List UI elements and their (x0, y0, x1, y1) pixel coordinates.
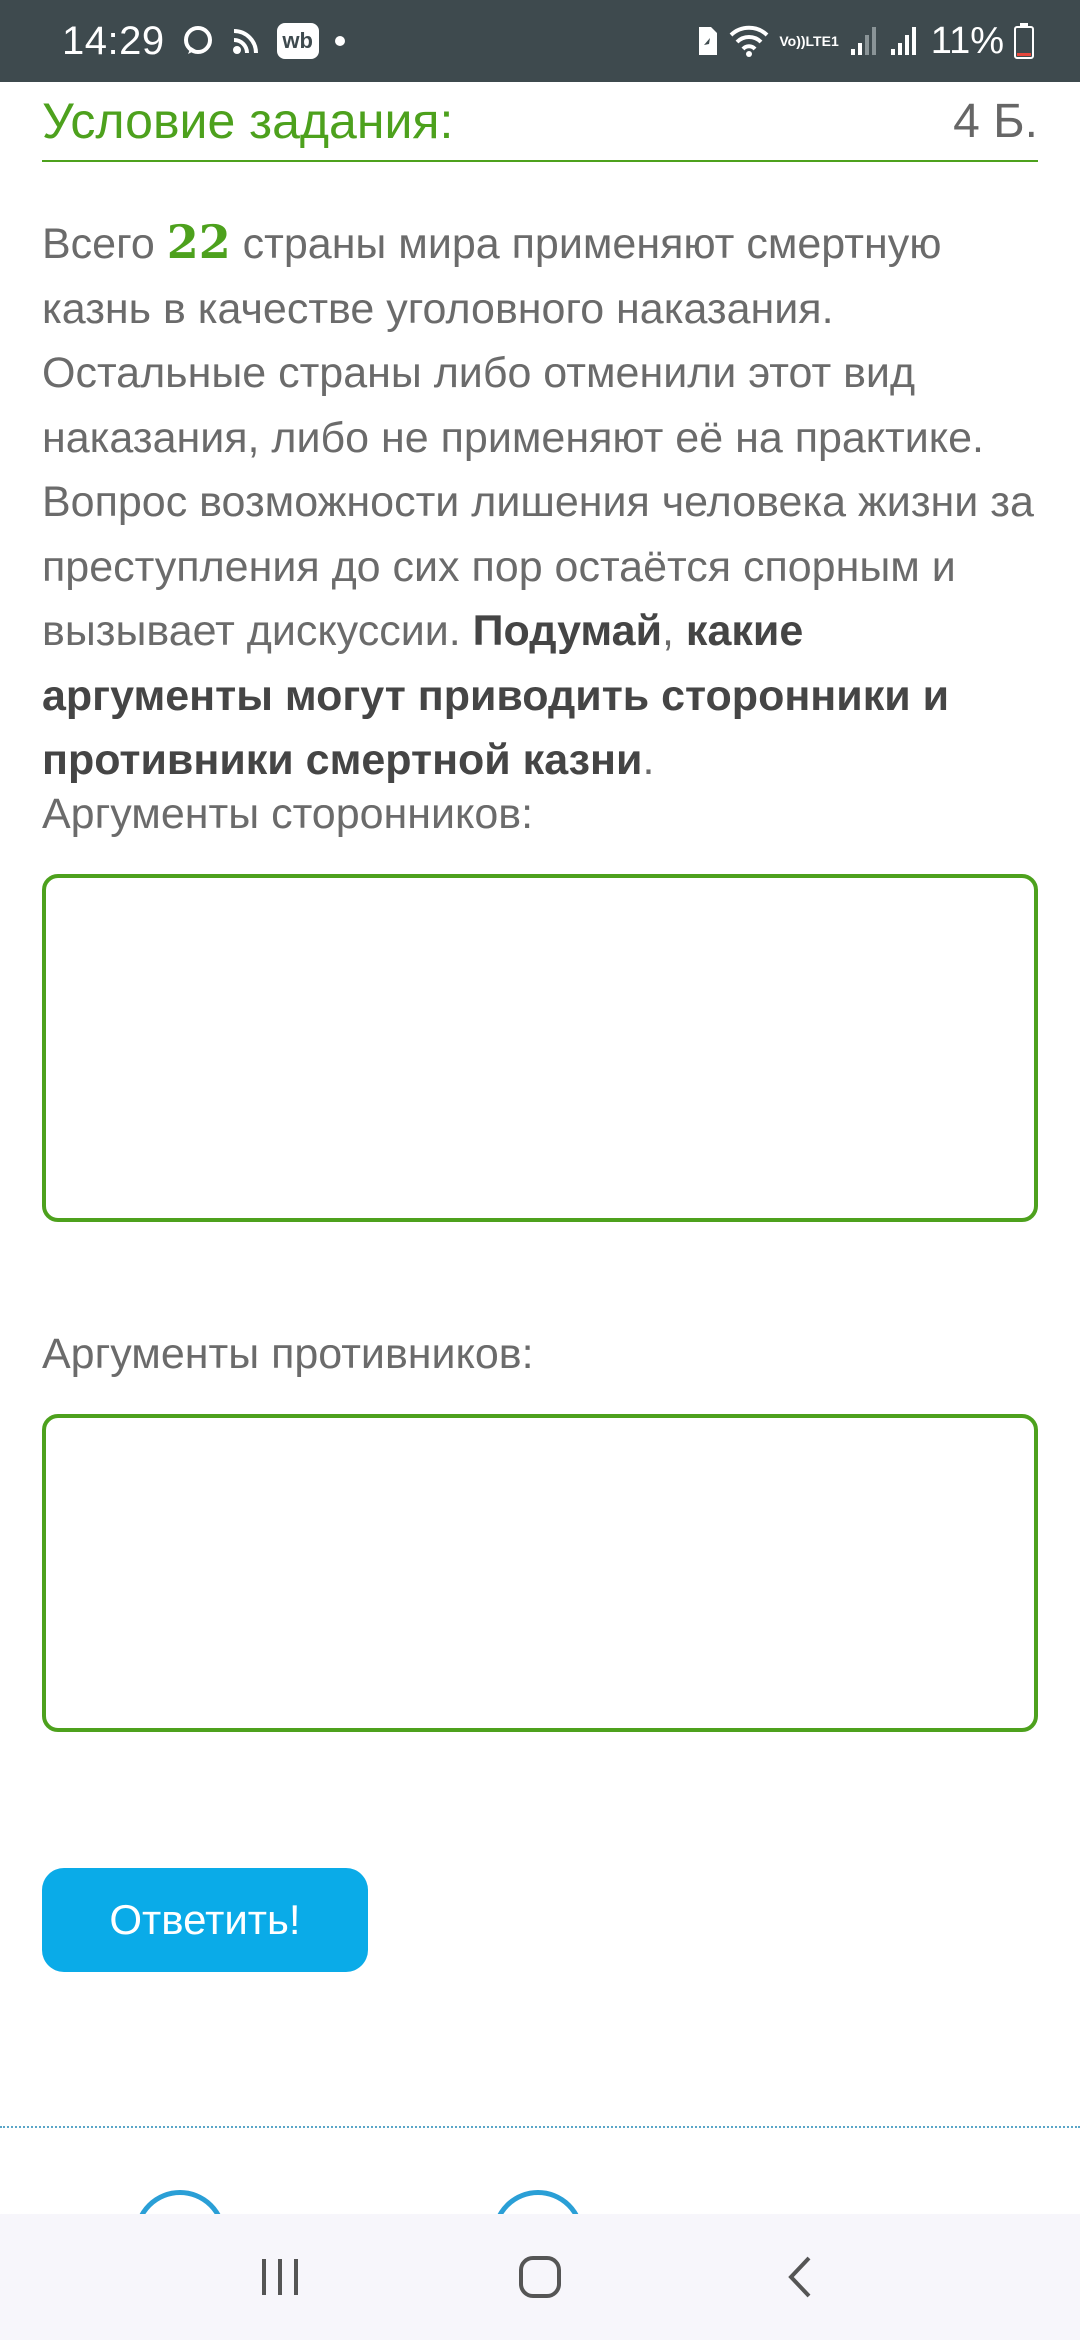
battery-percent: 11% (930, 19, 1004, 62)
status-bar-left: 14:29 wb (62, 19, 345, 64)
wifi-icon (729, 25, 769, 57)
task-text: Всего 22 страны мира применяют смертную … (42, 210, 1042, 793)
status-bar-right: Vo)) LTE1 11% (685, 20, 1034, 63)
sim-card-icon (695, 25, 719, 57)
task-question-period: . (642, 736, 655, 784)
battery-icon (1014, 23, 1034, 59)
volte-label: Vo)) (779, 32, 806, 49)
signal-icon (889, 25, 919, 57)
task-header: Условие задания: 4 Б. (42, 82, 1038, 162)
status-bar: 14:29 wb Vo)) LTE1 11% (0, 0, 1080, 82)
task-question-comma: , (662, 607, 686, 655)
back-icon[interactable] (760, 2237, 840, 2317)
screen: 14:29 wb Vo)) LTE1 11% Условие задания: … (0, 0, 1080, 2340)
task-number-highlight: 22 (166, 215, 231, 269)
task-points: 4 Б. (953, 94, 1038, 148)
task-text-body: страны мира применяют смертную казнь в к… (42, 220, 1034, 655)
task-title: Условие задания: (42, 93, 454, 149)
lte-label: LTE1 (805, 32, 839, 49)
home-icon[interactable] (500, 2237, 580, 2317)
recent-apps-icon[interactable] (240, 2237, 320, 2317)
supporters-answer-input[interactable] (42, 874, 1038, 1222)
opponents-answer-input[interactable] (42, 1414, 1038, 1732)
opponents-label: Аргументы противников: (42, 1330, 534, 1378)
status-time: 14:29 (62, 18, 165, 63)
supporters-label: Аргументы сторонников: (42, 790, 534, 838)
volte-lte-indicator: Vo)) LTE1 (779, 32, 839, 49)
chat-bubble-icon (181, 24, 215, 58)
submit-answer-button[interactable]: Ответить! (42, 1868, 368, 1972)
wb-app-icon: wb (276, 23, 319, 59)
signal-icon (849, 25, 879, 57)
system-nav-bar (0, 2214, 1080, 2340)
dotted-separator (0, 2126, 1080, 2128)
rss-icon (231, 26, 261, 56)
task-text-intro: Всего (42, 220, 167, 268)
notification-dot-icon (334, 36, 345, 46)
task-question-bold-a: Подумай (472, 607, 663, 655)
